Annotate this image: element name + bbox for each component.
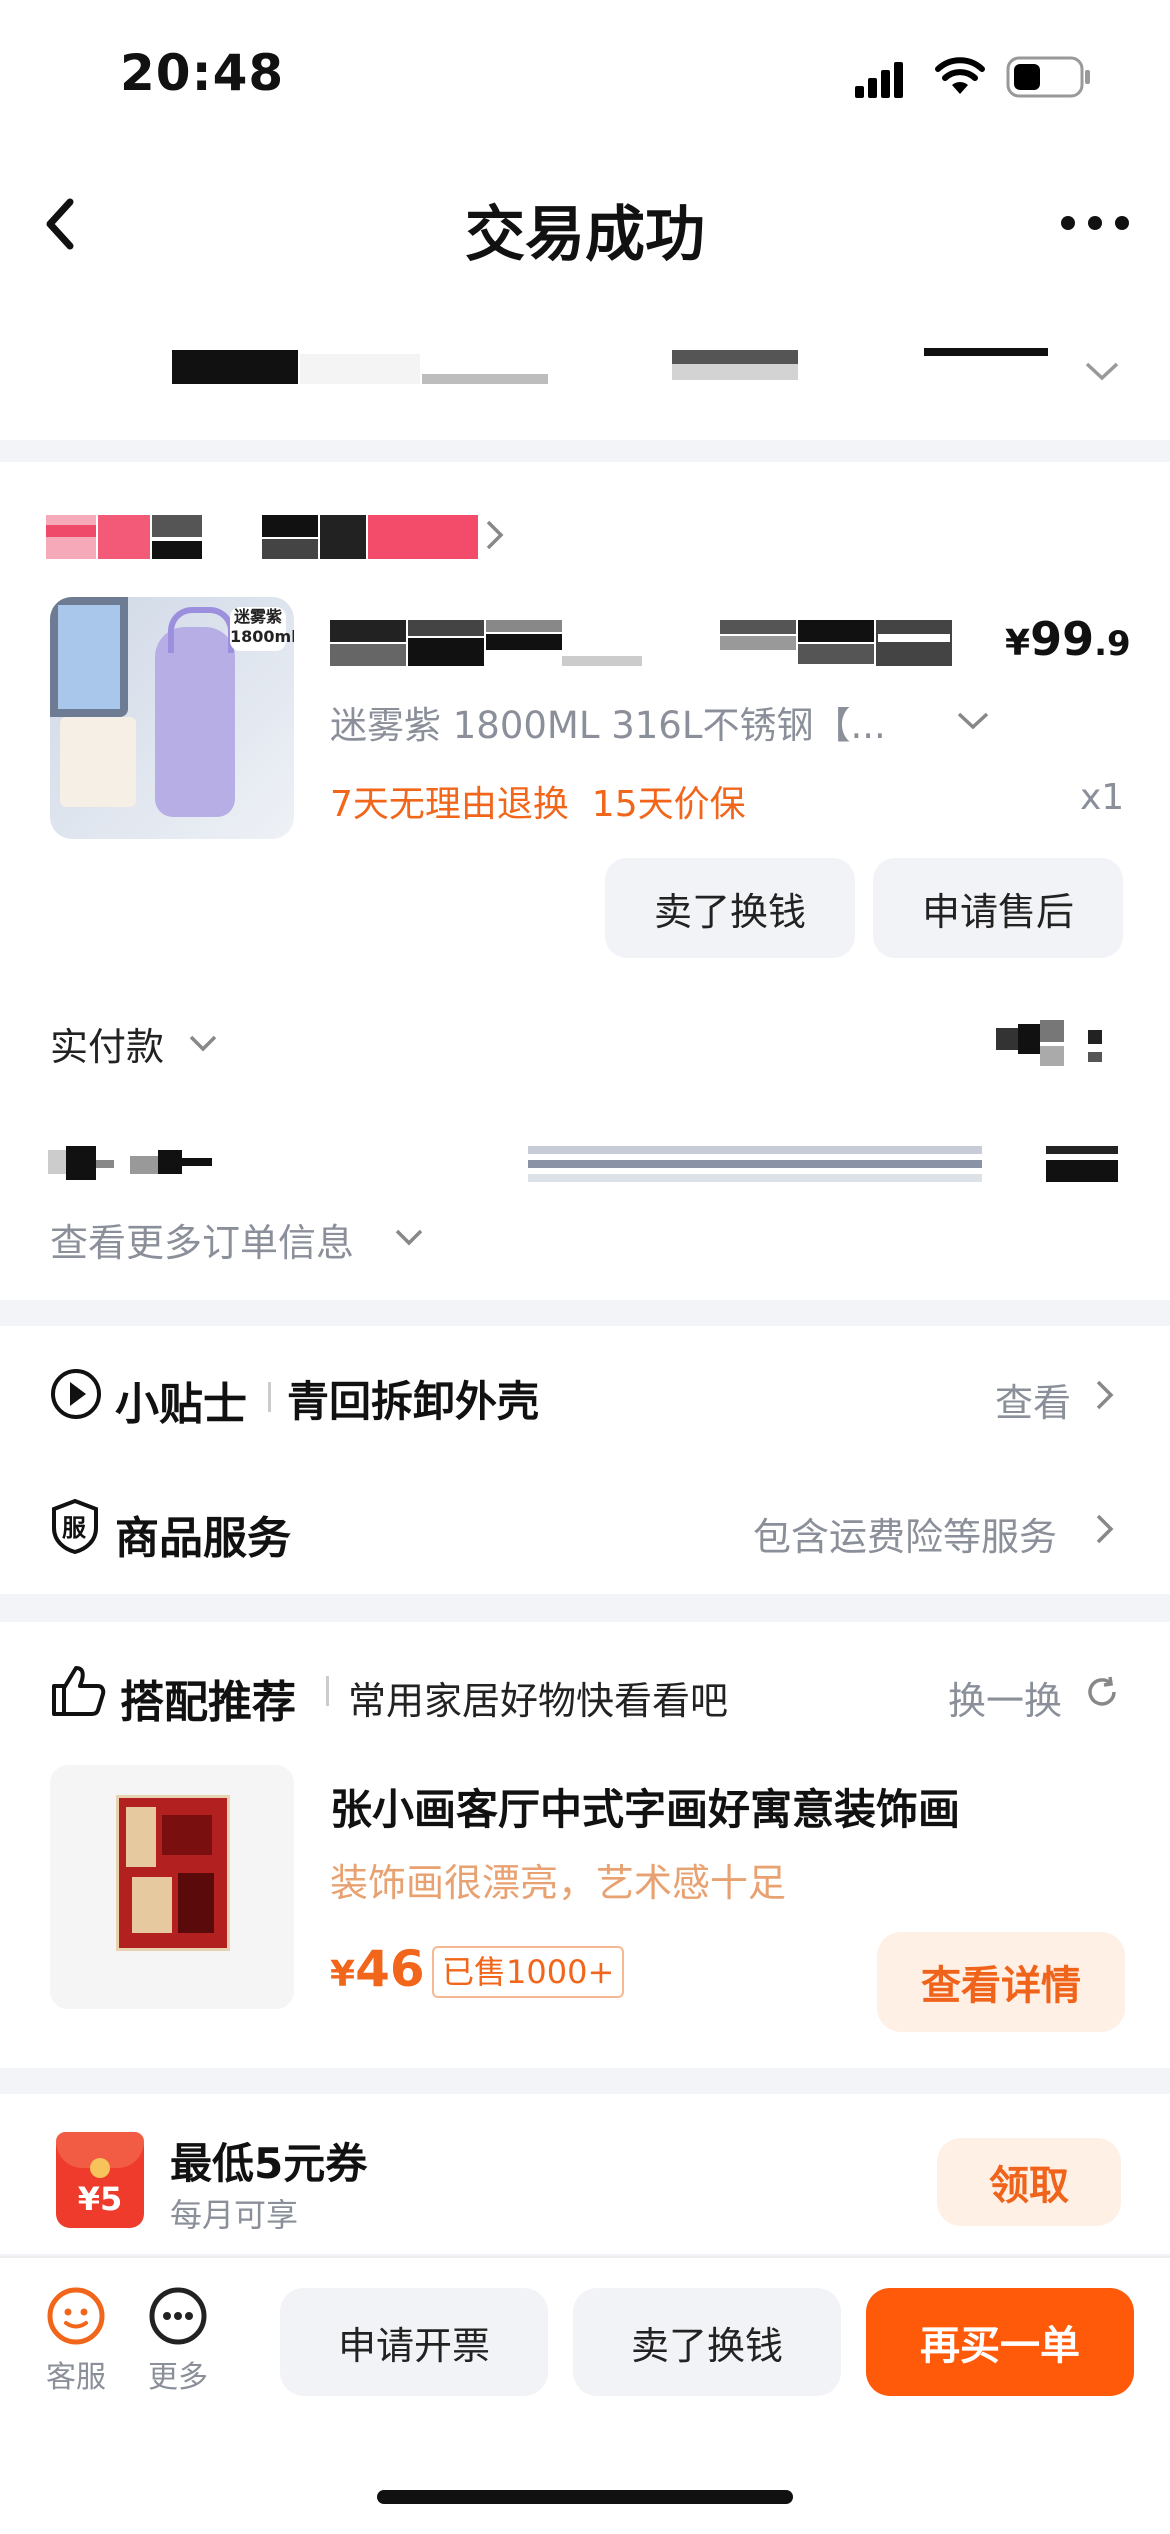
shop-name[interactable]	[46, 515, 478, 559]
battery-icon	[1006, 56, 1090, 98]
status-bar: 20:48	[0, 0, 1170, 150]
product-title[interactable]	[330, 620, 952, 666]
recommend-subtitle: 常用家居好物快看看吧	[348, 1679, 729, 1723]
status-time: 20:48	[120, 44, 285, 102]
coupon-title: 最低5元券	[170, 2139, 368, 2188]
thumb-label-2: 1800ml	[230, 627, 294, 646]
refresh-icon[interactable]	[1084, 1674, 1120, 1710]
invoice-button[interactable]: 申请开票	[280, 2288, 548, 2396]
recommend-item-title[interactable]: 张小画客厅中式字画好寓意装饰画	[330, 1776, 960, 1837]
chevron-down-icon	[395, 1229, 423, 1246]
tips-row[interactable]: 小贴士 青回拆卸外壳 查看	[0, 1340, 1170, 1440]
wifi-icon	[935, 57, 985, 94]
recommend-thumbnail[interactable]	[50, 1765, 294, 2009]
recommend-item-price: ¥46	[330, 1940, 425, 1998]
service-icon-char: 服	[62, 1514, 86, 1542]
customer-service-icon	[47, 2287, 105, 2345]
chevron-right-icon	[486, 520, 504, 550]
play-icon	[51, 1369, 101, 1419]
chevron-down-icon	[1085, 362, 1119, 381]
rebuy-button[interactable]: 再买一单	[866, 2288, 1134, 2396]
divider	[326, 1676, 329, 1706]
home-indicator[interactable]	[377, 2490, 793, 2504]
guarantee-tags: 7天无理由退换 15天价保	[330, 784, 746, 825]
more-label: 更多	[148, 2360, 208, 2395]
chevron-down-icon	[957, 712, 989, 730]
view-details-button[interactable]: 查看详情	[877, 1932, 1125, 2032]
tips-title: 小贴士	[115, 1379, 247, 1430]
claim-coupon-button[interactable]: 领取	[937, 2138, 1121, 2226]
sell-button[interactable]: 卖了换钱	[605, 858, 855, 958]
service-label: 客服	[46, 2360, 106, 2395]
more-icon	[149, 2287, 207, 2345]
logistics-row[interactable]	[0, 330, 1170, 440]
recommend-item-desc: 装饰画很漂亮，艺术感十足	[330, 1861, 787, 1905]
service-row[interactable]: 服 商品服务 包含运费险等服务	[0, 1476, 1170, 1576]
thumb-label-1: 迷雾紫	[233, 607, 282, 626]
chevron-down-icon[interactable]	[188, 1034, 218, 1054]
coupon-badge: ¥5	[77, 2180, 123, 2218]
paid-amount	[996, 1020, 1106, 1066]
sell-bottom-button[interactable]: 卖了换钱	[573, 2288, 841, 2396]
tips-subtitle: 青回拆卸外壳	[287, 1377, 540, 1426]
signal-icon	[855, 62, 903, 98]
service-action: 包含运费险等服务	[753, 1515, 1058, 1559]
more-options-icon[interactable]	[1060, 215, 1130, 231]
paid-label: 实付款	[50, 1025, 165, 1069]
thumbs-up-icon	[52, 1666, 106, 1716]
product-quantity: x1	[1080, 777, 1125, 818]
refresh-button[interactable]: 换一换	[948, 1670, 1062, 1725]
product-variant[interactable]: 迷雾紫 1800ML 316L不锈钢【...	[330, 695, 886, 749]
recommend-title: 搭配推荐	[120, 1677, 296, 1728]
chevron-right-icon	[1096, 1380, 1114, 1410]
aftersale-button[interactable]: 申请售后	[873, 858, 1123, 958]
order-info-row	[48, 1146, 1118, 1182]
coupon-subtitle: 每月可享	[170, 2196, 299, 2234]
tips-action: 查看	[995, 1381, 1072, 1425]
page-title: 交易成功	[465, 200, 705, 270]
more-order-info-link[interactable]: 查看更多订单信息	[50, 1212, 354, 1267]
chevron-right-icon	[1096, 1514, 1114, 1544]
product-price: ¥99.9	[1005, 612, 1131, 666]
service-title: 商品服务	[115, 1513, 291, 1564]
product-thumbnail[interactable]: 迷雾紫 1800ml	[50, 597, 294, 839]
red-envelope-icon: ¥5	[56, 2132, 144, 2228]
sold-badge: 已售1000+	[432, 1946, 625, 1998]
customer-service-button[interactable]: 客服	[42, 2286, 112, 2395]
more-button[interactable]: 更多	[144, 2286, 214, 2395]
